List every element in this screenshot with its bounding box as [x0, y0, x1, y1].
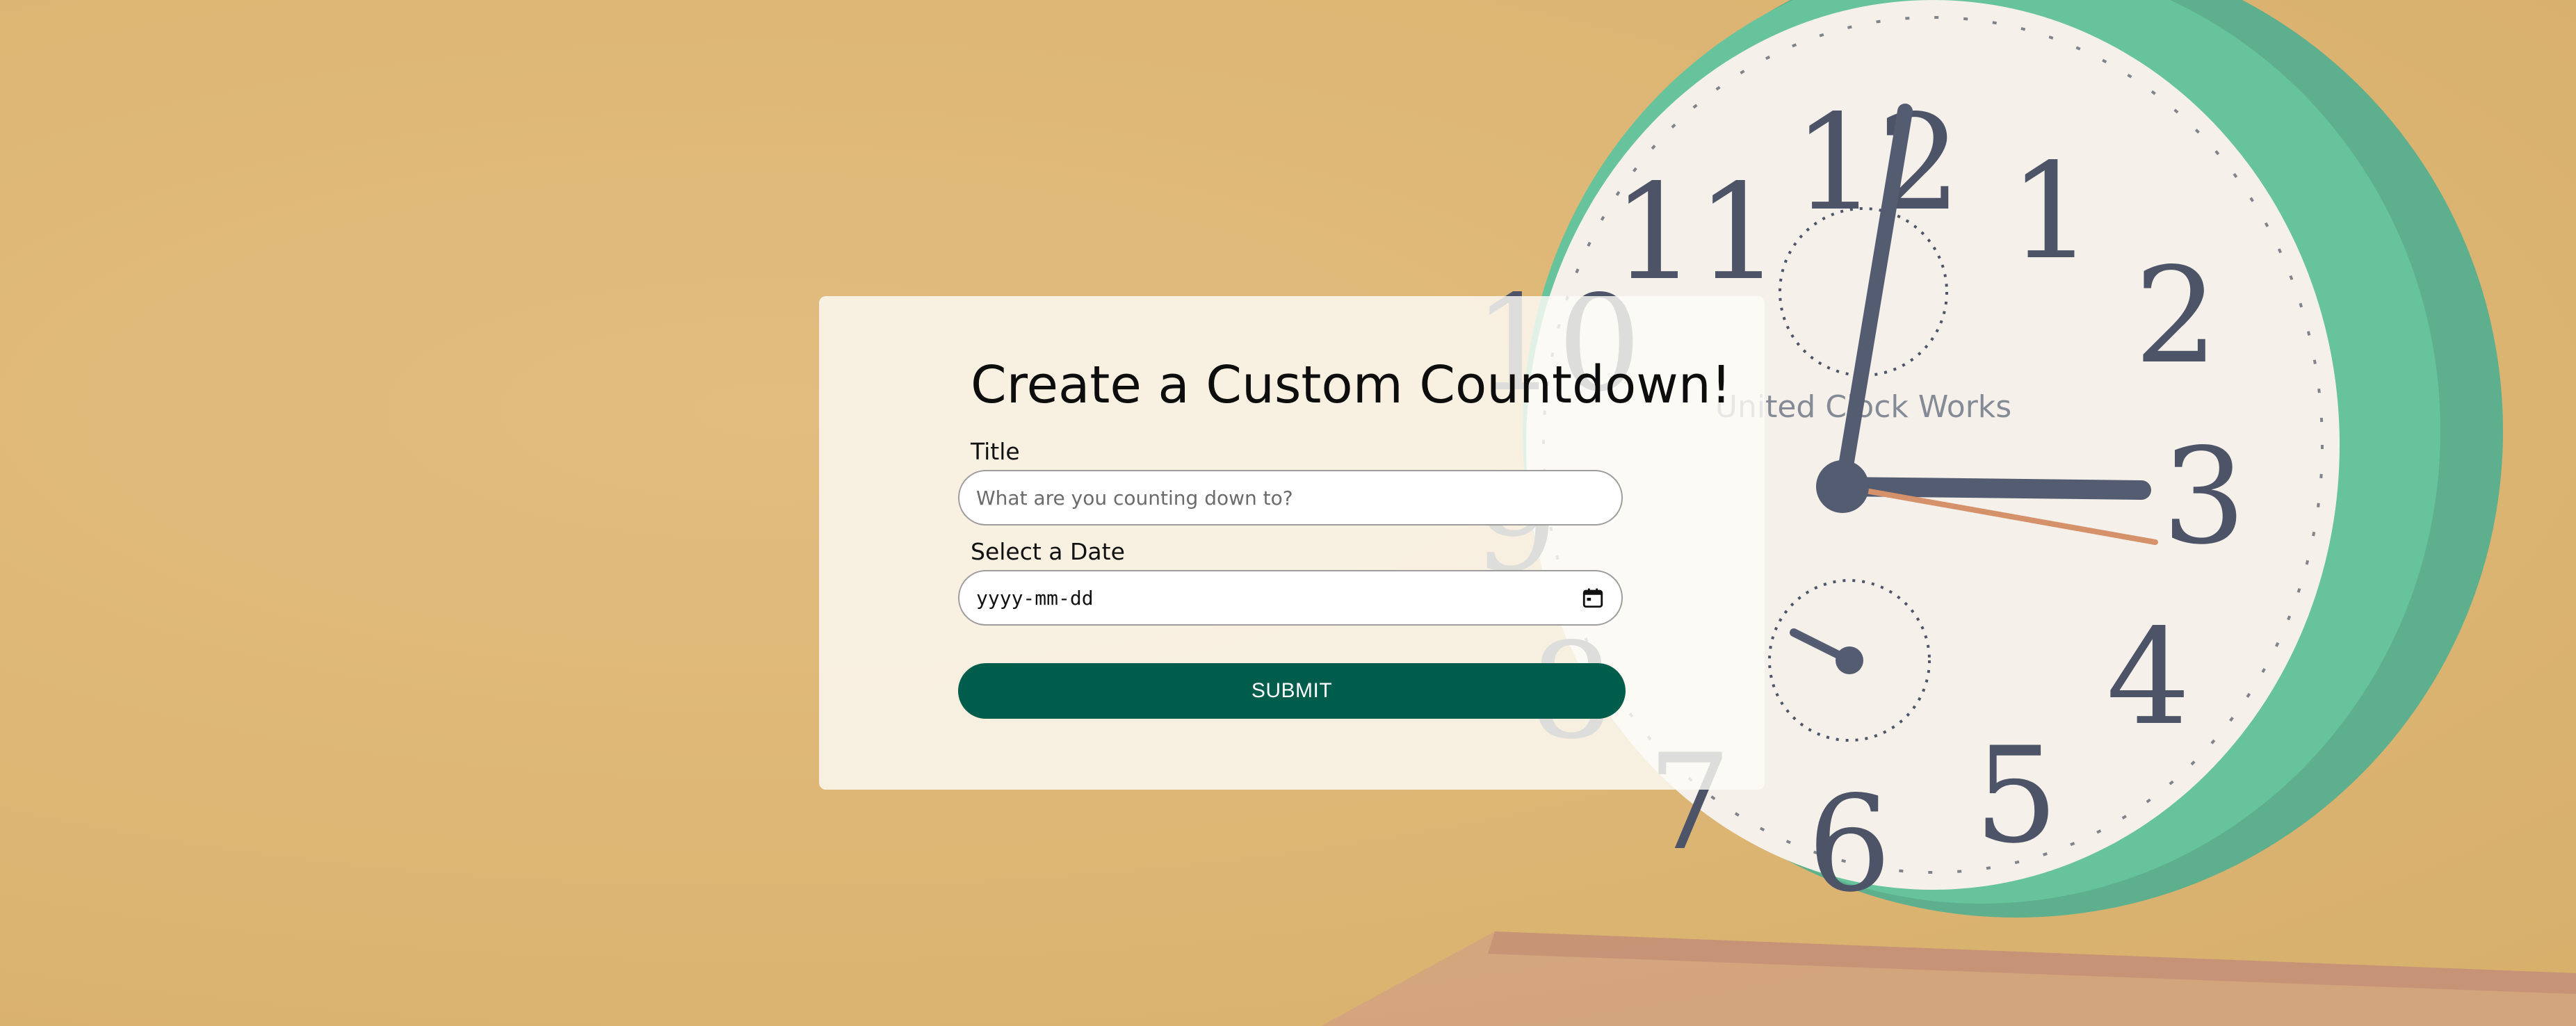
title-label: Title: [971, 438, 1020, 465]
title-input[interactable]: [958, 470, 1623, 526]
date-input[interactable]: yyyy-mm-dd: [958, 570, 1623, 626]
submit-button[interactable]: SUBMIT: [958, 663, 1626, 719]
date-label: Select a Date: [971, 538, 1125, 565]
calendar-icon[interactable]: [1581, 586, 1605, 610]
countdown-form-card: Create a Custom Countdown! Title Select …: [819, 296, 1765, 790]
page-title: Create a Custom Countdown!: [971, 355, 1732, 415]
date-placeholder: yyyy-mm-dd: [976, 586, 1094, 610]
page: 12 1 2 3 4 5 6 7 8 9 10 11 United Clock …: [0, 0, 2576, 1026]
